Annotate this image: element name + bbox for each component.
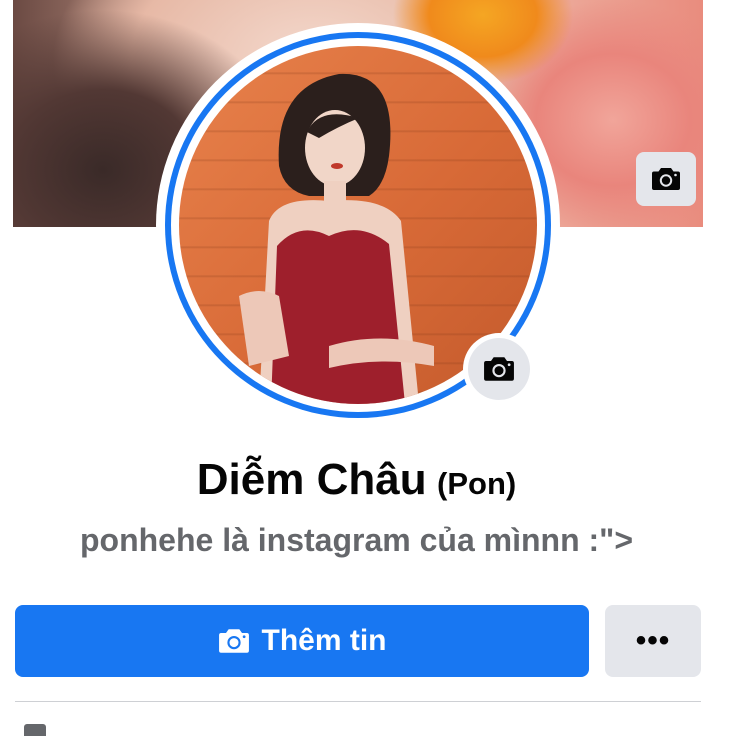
edit-profile-picture-button[interactable] (463, 333, 535, 405)
profile-name: Diễm Châu (Pon) (0, 455, 713, 505)
profile-bio: ponhehe là instagram của mìnnn :"> (79, 522, 634, 558)
more-options-button[interactable]: ••• (605, 605, 701, 677)
info-icon (24, 724, 46, 736)
camera-icon (652, 168, 680, 190)
camera-icon (484, 357, 514, 381)
alternate-name: (Pon) (437, 466, 517, 501)
add-story-label: Thêm tin (261, 624, 387, 657)
divider (15, 701, 701, 702)
display-name: Diễm Châu (196, 455, 427, 504)
more-icon: ••• (635, 624, 671, 657)
edit-cover-photo-button[interactable] (636, 152, 696, 206)
add-story-button[interactable]: Thêm tin (15, 605, 589, 677)
camera-icon (218, 629, 249, 653)
